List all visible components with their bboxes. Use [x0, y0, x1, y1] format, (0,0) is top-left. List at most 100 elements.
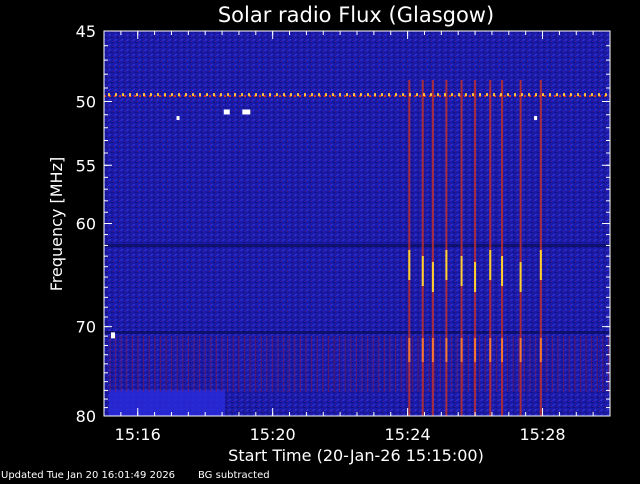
interference-dot	[290, 93, 292, 97]
interference-dot	[465, 93, 467, 97]
burst-highlight	[408, 338, 411, 362]
interference-dot	[444, 93, 446, 97]
interference-dot	[458, 93, 460, 97]
interference-dot	[472, 93, 474, 97]
burst-highlight	[421, 256, 424, 286]
y-tick-label: 45	[76, 22, 96, 41]
interference-dot	[248, 93, 250, 97]
interference-dot	[528, 93, 530, 97]
interference-dot	[542, 93, 544, 97]
interference-dot	[500, 93, 502, 97]
burst-highlight	[421, 338, 424, 362]
burst-highlight	[539, 338, 542, 362]
signal-blip	[534, 116, 538, 121]
interference-dot	[115, 93, 117, 97]
interference-dot	[311, 93, 313, 97]
burst-highlight	[460, 256, 463, 286]
x-axis-label: Start Time (20-Jan-26 15:15:00)	[228, 446, 484, 465]
interference-dot	[283, 93, 285, 97]
interference-dot	[269, 93, 271, 97]
interference-dot	[605, 93, 607, 97]
burst-lane	[501, 80, 504, 416]
interference-dot	[220, 93, 222, 97]
interference-dot	[227, 93, 229, 97]
interference-dot	[535, 93, 537, 97]
interference-dot	[108, 93, 110, 97]
interference-dot	[360, 93, 362, 97]
burst-highlight	[408, 250, 411, 280]
burst-lane	[408, 80, 411, 416]
interference-dot	[577, 93, 579, 97]
interference-dot	[241, 93, 243, 97]
interference-dot	[493, 93, 495, 97]
interference-dot	[304, 93, 306, 97]
interference-dot	[381, 93, 383, 97]
interference-dot	[276, 93, 278, 97]
interference-dot	[136, 93, 138, 97]
interference-dot	[178, 93, 180, 97]
interference-dot	[521, 93, 523, 97]
spectrogram-figure: 15:16 15:20 15:24 15:28 45 50 55 60 70 80 Solar r…	[0, 0, 640, 481]
burst-lane	[474, 80, 477, 416]
interference-dot	[255, 93, 257, 97]
burst-highlight	[431, 262, 434, 292]
spectrogram-band	[104, 244, 610, 247]
interference-dot	[122, 93, 124, 97]
interference-dot	[374, 93, 376, 97]
spectrogram-background	[104, 31, 610, 416]
interference-dot	[143, 93, 145, 97]
x-tick-label: 15:16	[115, 425, 161, 444]
spectrogram-patch	[109, 390, 225, 416]
y-axis-label: Frequency [MHz]	[47, 157, 66, 291]
interference-dot	[157, 93, 159, 97]
interference-dot	[332, 93, 334, 97]
y-tick-label: 80	[76, 407, 96, 426]
burst-lane	[539, 80, 542, 416]
interference-dot	[318, 93, 320, 97]
interference-dot	[346, 93, 348, 97]
signal-blip	[111, 332, 115, 339]
burst-highlight	[489, 338, 492, 362]
signal-blip	[242, 109, 251, 115]
interference-dot	[388, 93, 390, 97]
y-tick-label: 55	[76, 156, 96, 175]
interference-dot	[514, 93, 516, 97]
interference-dot	[409, 93, 411, 97]
burst-lane	[460, 80, 463, 416]
interference-dot	[185, 93, 187, 97]
burst-highlight	[539, 250, 542, 280]
spectrogram-band	[104, 331, 610, 334]
interference-dot	[213, 93, 215, 97]
interference-dot	[549, 93, 551, 97]
interference-dot	[353, 93, 355, 97]
interference-dot	[479, 93, 481, 97]
interference-dot	[423, 93, 425, 97]
interference-dot	[129, 93, 131, 97]
interference-dot	[199, 93, 201, 97]
interference-dot	[367, 93, 369, 97]
interference-dot	[192, 93, 194, 97]
interference-dot	[164, 93, 166, 97]
burst-lane	[445, 80, 448, 416]
burst-highlight	[474, 338, 477, 362]
burst-lane	[421, 80, 424, 416]
interference-dot	[563, 93, 565, 97]
interference-dot	[570, 93, 572, 97]
interference-dot	[584, 93, 586, 97]
y-tick-label: 60	[76, 215, 96, 234]
interference-dot	[507, 93, 509, 97]
burst-lane	[431, 80, 434, 416]
burst-highlight	[519, 262, 522, 292]
burst-highlight	[519, 338, 522, 362]
signal-blip	[223, 109, 230, 115]
interference-dot	[325, 93, 327, 97]
interference-dot	[206, 93, 208, 97]
interference-dot	[297, 93, 299, 97]
chart-title: Solar radio Flux (Glasgow)	[218, 3, 494, 27]
interference-dot	[150, 93, 152, 97]
signal-blip	[176, 116, 180, 121]
burst-highlight	[445, 250, 448, 280]
burst-highlight	[460, 338, 463, 362]
interference-dot	[430, 93, 432, 97]
interference-dot	[437, 93, 439, 97]
